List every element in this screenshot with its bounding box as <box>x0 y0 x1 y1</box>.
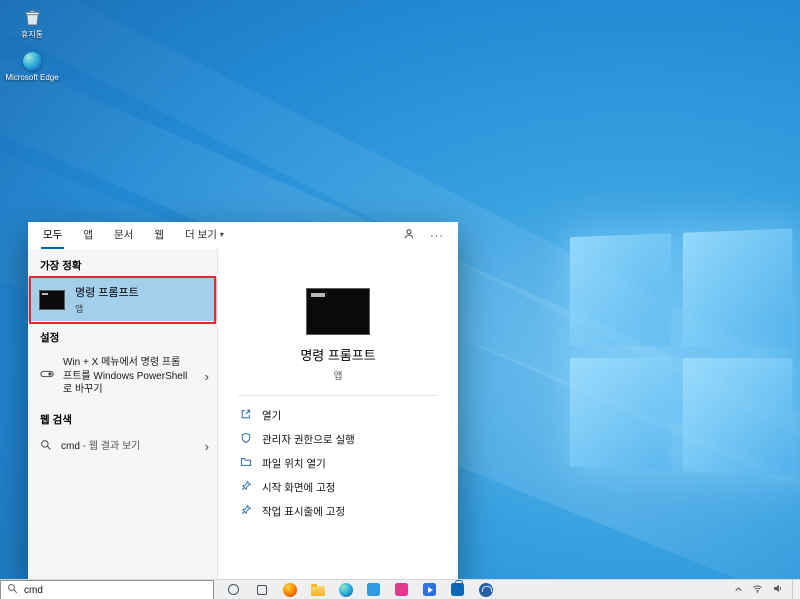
command-prompt-icon <box>39 289 65 310</box>
chevron-up-icon[interactable] <box>734 581 743 599</box>
tab-all[interactable]: 모두 <box>41 222 65 249</box>
search-results-body: 가장 정확 명령 프롬프트 앱 설정 Win + X 메뉴에서 명령 프롬프트를… <box>28 249 458 579</box>
more-options-icon[interactable]: ··· <box>430 230 444 242</box>
tab-apps[interactable]: 앱 <box>81 222 95 249</box>
settings-result-text: Win + X 메뉴에서 명령 프롬프트를 Windows PowerShell… <box>63 357 188 395</box>
settings-section-label: 설정 <box>40 332 60 344</box>
desktop-wallpaper: 휴지통 Microsoft Edge 모두 앱 문서 웹 더 보기 ▾ ··· <box>0 0 800 599</box>
shortcut-label: 휴지통 <box>20 30 44 39</box>
headset-app-button[interactable] <box>478 582 493 597</box>
tab-more-label: 더 보기 <box>185 229 217 241</box>
preview-title: 명령 프롬프트 <box>300 348 376 363</box>
firefox-button[interactable] <box>282 582 297 597</box>
best-match-result-command-prompt[interactable]: 명령 프롬프트 앱 <box>28 276 217 324</box>
command-prompt-icon-large <box>306 288 370 335</box>
search-filter-tabs: 모두 앱 문서 웹 더 보기 ▾ ··· <box>28 222 458 249</box>
taskbar-search-box[interactable] <box>0 579 214 599</box>
file-explorer-button[interactable] <box>310 582 325 597</box>
panel-header-actions: ··· <box>403 222 458 249</box>
taskbar-buttons <box>226 580 493 597</box>
result-title: 명령 프롬프트 <box>75 287 139 299</box>
divider <box>238 395 438 396</box>
chevron-right-icon: › <box>204 368 209 384</box>
web-section-label: 웹 검색 <box>40 413 72 426</box>
tab-documents[interactable]: 문서 <box>112 222 135 249</box>
action-open-file-location[interactable]: 파일 위치 열기 <box>218 451 458 475</box>
search-input[interactable] <box>24 584 174 596</box>
show-desktop-button[interactable] <box>792 579 797 599</box>
pin-icon <box>240 504 252 519</box>
system-tray <box>734 579 800 599</box>
volume-icon[interactable] <box>772 581 783 599</box>
shield-icon <box>240 432 252 447</box>
pin-icon <box>240 480 252 495</box>
windows-logo-wallpaper <box>569 228 793 476</box>
action-open[interactable]: 열기 <box>218 403 458 427</box>
edge-button[interactable] <box>338 582 353 597</box>
web-result-item[interactable]: cmd - 웹 결과 보기 › <box>28 432 217 462</box>
music-app-button[interactable] <box>394 582 409 597</box>
action-run-as-admin[interactable]: 관리자 권한으로 실행 <box>218 427 458 451</box>
search-flyout: 모두 앱 문서 웹 더 보기 ▾ ··· 가장 정확 명령 프롬프트 앱 설정 … <box>28 222 458 579</box>
preview-subtitle: 앱 <box>333 371 343 382</box>
shortcut-label: Microsoft Edge <box>5 73 59 82</box>
chevron-down-icon: ▾ <box>219 230 224 239</box>
settings-result-item[interactable]: Win + X 메뉴에서 명령 프롬프트를 Windows PowerShell… <box>28 350 217 403</box>
media-app-button[interactable] <box>422 582 437 597</box>
microsoft-store-button[interactable] <box>450 580 465 597</box>
search-icon <box>7 581 18 599</box>
preview-pane: 명령 프롬프트 앱 열기 관리자 권한으로 실행 파일 위치 열기 시작 화면에… <box>218 249 458 579</box>
web-result-text: cmd - 웹 결과 보기 <box>61 440 141 452</box>
tab-web[interactable]: 웹 <box>152 222 166 249</box>
folder-icon <box>240 456 252 471</box>
cortana-button[interactable] <box>226 582 241 597</box>
recycle-bin-shortcut[interactable]: 휴지통 <box>3 7 61 39</box>
action-pin-to-taskbar[interactable]: 작업 표시줄에 고정 <box>218 499 458 523</box>
best-match-section-label: 가장 정확 <box>40 260 82 272</box>
taskbar <box>0 579 800 599</box>
edge-shortcut[interactable]: Microsoft Edge <box>3 52 61 82</box>
mail-app-button[interactable] <box>366 582 381 597</box>
tab-more[interactable]: 더 보기 ▾ <box>183 222 226 249</box>
search-icon <box>40 438 52 456</box>
task-view-button[interactable] <box>254 582 269 597</box>
action-pin-to-start[interactable]: 시작 화면에 고정 <box>218 475 458 499</box>
edge-icon <box>22 52 42 71</box>
results-list: 가장 정확 명령 프롬프트 앱 설정 Win + X 메뉴에서 명령 프롬프트를… <box>28 249 218 579</box>
recycle-bin-icon <box>22 7 43 28</box>
result-subtitle: 앱 <box>75 304 84 314</box>
network-icon[interactable] <box>752 581 763 599</box>
feedback-icon[interactable] <box>403 227 415 245</box>
toggle-icon <box>40 367 54 386</box>
chevron-right-icon: › <box>204 439 209 454</box>
open-icon <box>240 408 252 423</box>
